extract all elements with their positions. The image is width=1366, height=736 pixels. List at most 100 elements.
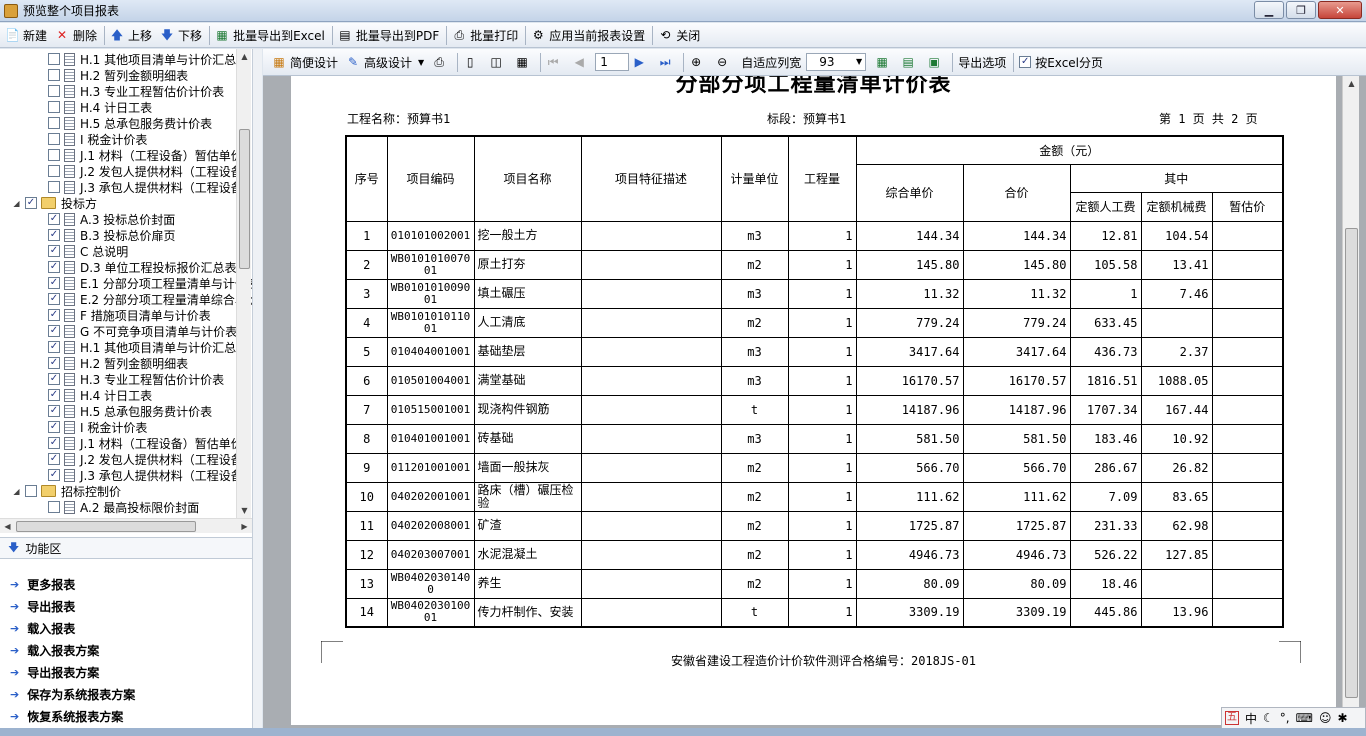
- delete-button[interactable]: ✕ 删除: [52, 25, 102, 46]
- checkbox-checked-icon[interactable]: ✓: [48, 469, 60, 481]
- checkbox-icon[interactable]: [25, 485, 37, 497]
- checkbox-checked-icon[interactable]: ✓: [48, 293, 60, 305]
- next-page-button[interactable]: ▶: [629, 52, 655, 73]
- tree-item[interactable]: H.1 其他项目清单与计价汇总: [48, 51, 236, 67]
- fit-width-button[interactable]: 自适应列宽: [738, 52, 806, 73]
- export-image-icon-button[interactable]: ▣: [924, 52, 950, 73]
- tree-item[interactable]: ✓ A.3 投标总价封面: [48, 211, 175, 227]
- function-item[interactable]: ➔ 恢复系统报表方案: [10, 706, 123, 726]
- export-excel2-icon-button[interactable]: ▤: [898, 52, 924, 73]
- maximize-button[interactable]: ❐: [1286, 1, 1316, 19]
- scroll-up-icon[interactable]: ▲: [1343, 76, 1360, 91]
- zoom-in-button[interactable]: ⊕: [686, 52, 712, 73]
- tree-horizontal-scrollbar[interactable]: ◀ ▶: [0, 518, 252, 533]
- checkbox-checked-icon[interactable]: ✓: [48, 437, 60, 449]
- tree-item[interactable]: ✓ J.1 材料（工程设备）暂估单价: [48, 435, 243, 451]
- function-item[interactable]: ➔ 保存为系统报表方案: [10, 684, 135, 704]
- settings-icon[interactable]: ✱: [1337, 711, 1347, 725]
- excel-paging-checkbox[interactable]: ✓ 按Excel分页: [1016, 52, 1108, 73]
- last-page-button[interactable]: ⏭: [655, 52, 681, 73]
- tree-item[interactable]: ✓ B.3 投标总价扉页: [48, 227, 176, 243]
- tree-item[interactable]: H.5 总承包服务费计价表: [48, 115, 212, 131]
- expand-toggle-icon[interactable]: ◢: [12, 199, 21, 208]
- minimize-button[interactable]: ▁: [1254, 1, 1284, 19]
- function-item[interactable]: ➔ 导出报表: [10, 596, 75, 616]
- keyboard-icon[interactable]: ⌨: [1296, 711, 1313, 725]
- tree-item[interactable]: ✓ C 总说明: [48, 243, 128, 259]
- tree-item[interactable]: J.2 发包人提供材料（工程设备）: [48, 163, 252, 179]
- ime-mode[interactable]: 中: [1245, 710, 1257, 727]
- checkbox-icon[interactable]: [48, 133, 60, 145]
- export-excel-icon-button[interactable]: ▦: [872, 52, 898, 73]
- multi-page-button[interactable]: ▦: [512, 52, 538, 73]
- simple-design-button[interactable]: ▦ 简便设计: [269, 52, 343, 73]
- tree-folder[interactable]: ◢ 招标控制价: [12, 483, 121, 499]
- new-button[interactable]: 📄 新建: [2, 25, 52, 46]
- tree-item[interactable]: ✓ D.3 单位工程投标报价汇总表: [48, 259, 237, 275]
- checkbox-icon[interactable]: [48, 101, 60, 113]
- tree-item[interactable]: ✓ E.2 分部分项工程量清单综合单价: [48, 291, 252, 307]
- scroll-thumb[interactable]: [239, 129, 250, 269]
- tree-item[interactable]: ✓ H.3 专业工程暂估价计价表: [48, 371, 224, 387]
- checkbox-checked-icon[interactable]: ✓: [48, 389, 60, 401]
- checkbox-checked-icon[interactable]: ✓: [48, 309, 60, 321]
- checkbox-checked-icon[interactable]: ✓: [48, 245, 60, 257]
- print-button[interactable]: ⎙: [429, 52, 455, 73]
- checkbox-checked-icon[interactable]: ✓: [48, 213, 60, 225]
- tree-item[interactable]: ✓ H.4 计日工表: [48, 387, 152, 403]
- tree-item[interactable]: ✓ H.5 总承包服务费计价表: [48, 403, 212, 419]
- zoom-out-button[interactable]: ⊖: [712, 52, 738, 73]
- move-down-button[interactable]: 🡇 下移: [157, 25, 207, 46]
- tree-item[interactable]: ✓ J.3 承包人提供材料（工程设备）: [48, 467, 252, 483]
- apply-settings-button[interactable]: ⚙ 应用当前报表设置: [528, 25, 650, 46]
- checkbox-checked-icon[interactable]: ✓: [48, 229, 60, 241]
- move-up-button[interactable]: 🡅 上移: [107, 25, 157, 46]
- tree-item[interactable]: H.2 暂列金额明细表: [48, 67, 188, 83]
- function-panel-header[interactable]: 🡇 功能区: [0, 537, 252, 559]
- batch-print-button[interactable]: ⎙ 批量打印: [449, 25, 523, 46]
- function-item[interactable]: ➔ 载入报表方案: [10, 640, 99, 660]
- zoom-select[interactable]: 93 ▼: [806, 53, 867, 71]
- tree-folder[interactable]: ◢ ✓ 投标方: [12, 195, 97, 211]
- tree-item[interactable]: ✓ I 税金计价表: [48, 419, 147, 435]
- export-options-button[interactable]: 导出选项: [955, 52, 1011, 73]
- checkbox-checked-icon[interactable]: ✓: [48, 373, 60, 385]
- page-number-input[interactable]: 1: [595, 53, 630, 71]
- tree-item[interactable]: ✓ J.2 发包人提供材料（工程设备）: [48, 451, 252, 467]
- ime-toolbar[interactable]: 五 中 ☾ °, ⌨ ☺ ✱: [1221, 707, 1366, 729]
- tree-item[interactable]: A.2 最高投标限价封面: [48, 499, 199, 515]
- tree-item[interactable]: J.3 承包人提供材料（工程设备）: [48, 179, 252, 195]
- tree-item[interactable]: I 税金计价表: [48, 131, 147, 147]
- checkbox-icon[interactable]: [48, 165, 60, 177]
- checkbox-icon[interactable]: [48, 117, 60, 129]
- prev-page-button[interactable]: ◀: [569, 52, 595, 73]
- scroll-up-icon[interactable]: ▲: [237, 49, 252, 64]
- checkbox-icon[interactable]: [48, 69, 60, 81]
- checkbox-checked-icon[interactable]: ✓: [48, 453, 60, 465]
- function-item[interactable]: ➔ 导出报表方案: [10, 662, 99, 682]
- checkbox-checked-icon[interactable]: ✓: [25, 197, 37, 209]
- first-page-button[interactable]: ⏮: [543, 52, 569, 73]
- scroll-thumb[interactable]: [1345, 228, 1358, 698]
- pane-splitter[interactable]: [252, 49, 262, 736]
- scroll-down-icon[interactable]: ▼: [237, 503, 252, 518]
- tree-vertical-scrollbar[interactable]: ▲ ▼: [236, 49, 251, 518]
- function-item[interactable]: ➔ 载入报表: [10, 618, 75, 638]
- tree-item[interactable]: ✓ H.1 其他项目清单与计价汇总: [48, 339, 236, 355]
- expand-toggle-icon[interactable]: ◢: [12, 487, 21, 496]
- checkbox-checked-icon[interactable]: ✓: [48, 421, 60, 433]
- tree-item[interactable]: J.1 材料（工程设备）暂估单价: [48, 147, 243, 163]
- tree-item[interactable]: H.4 计日工表: [48, 99, 152, 115]
- checkbox-checked-icon[interactable]: ✓: [48, 325, 60, 337]
- single-page-button[interactable]: ▯: [460, 52, 486, 73]
- export-pdf-button[interactable]: ▤ 批量导出到PDF: [335, 25, 444, 46]
- checkbox-icon[interactable]: [48, 53, 60, 65]
- tree-item[interactable]: ✓ H.2 暂列金额明细表: [48, 355, 188, 371]
- tree-item[interactable]: ✓ E.1 分部分项工程量清单与计价表: [48, 275, 252, 291]
- tree-item[interactable]: ✓ F 措施项目清单与计价表: [48, 307, 211, 323]
- two-page-button[interactable]: ◫: [486, 52, 512, 73]
- checkbox-icon[interactable]: [48, 181, 60, 193]
- punctuation-icon[interactable]: °,: [1280, 711, 1290, 725]
- checkbox-icon[interactable]: [48, 85, 60, 97]
- function-item[interactable]: ➔ 更多报表: [10, 574, 75, 594]
